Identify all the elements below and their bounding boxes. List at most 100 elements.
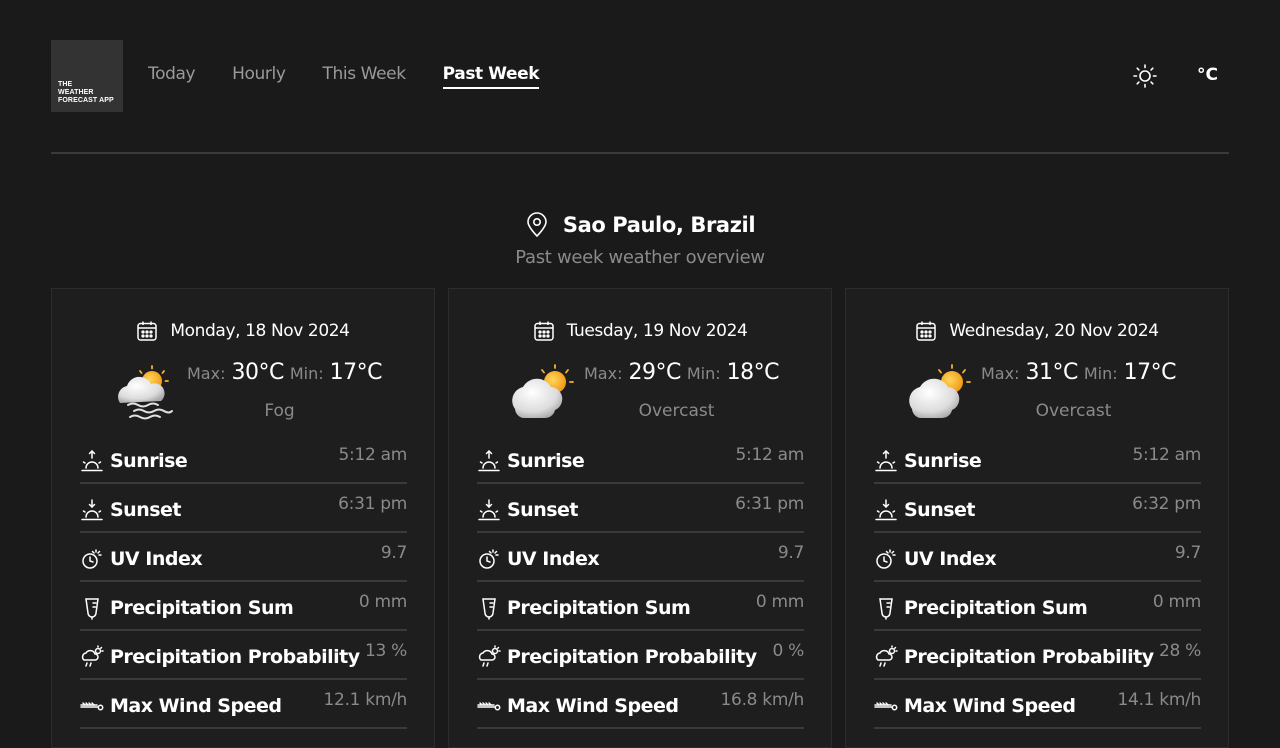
- uv-index-icon: [477, 547, 501, 571]
- metric-label: Sunset: [904, 498, 976, 521]
- metric-label: Precipitation Sum: [904, 596, 1088, 619]
- wind-icon: [477, 694, 501, 718]
- sunset-icon: [80, 498, 104, 522]
- uv-index-icon: [874, 547, 898, 571]
- tab-today[interactable]: Today: [148, 64, 196, 89]
- sunrise-icon: [80, 449, 104, 473]
- metric-value: 28 %: [1159, 641, 1201, 661]
- metric-row: Sunrise 5:12 am: [874, 435, 1201, 484]
- metric-left: UV Index: [80, 533, 203, 580]
- weather-condition: Overcast: [1035, 401, 1112, 421]
- logo-line: FORECAST APP: [58, 97, 114, 104]
- metric-row: Precipitation Sum 0 mm: [477, 582, 804, 631]
- metrics-list: Sunrise 5:12 am Sunset 6:31 pm UV Index …: [80, 435, 407, 729]
- metric-row: Max Wind Speed 16.8 km/h: [477, 680, 804, 729]
- min-label: Min:: [289, 364, 324, 383]
- metric-label: Precipitation Probability: [507, 645, 757, 668]
- metric-label: UV Index: [507, 547, 600, 570]
- metric-left: Sunrise: [477, 435, 585, 482]
- theme-toggle-button[interactable]: [1132, 63, 1158, 89]
- calendar-icon: [916, 321, 937, 341]
- max-temp: 30°C: [231, 360, 284, 385]
- metric-left: Precipitation Probability: [80, 631, 360, 678]
- metric-row: UV Index 9.7: [874, 533, 1201, 582]
- wind-icon: [874, 694, 898, 718]
- metric-left: Sunset: [477, 484, 579, 531]
- overcast-icon: [512, 364, 574, 419]
- metric-row: UV Index 9.7: [477, 533, 804, 582]
- weather-condition: Overcast: [638, 401, 715, 421]
- calendar-icon: [533, 321, 554, 341]
- max-temp: 31°C: [1025, 360, 1078, 385]
- wind-icon: [80, 694, 104, 718]
- metric-row: Precipitation Sum 0 mm: [874, 582, 1201, 631]
- location-name: Sao Paulo, Brazil: [562, 213, 756, 237]
- max-temp: 29°C: [628, 360, 681, 385]
- metric-row: Sunset 6:31 pm: [80, 484, 407, 533]
- unit-toggle-button[interactable]: °C: [1197, 65, 1218, 85]
- metric-row: Sunset 6:31 pm: [477, 484, 804, 533]
- max-label: Max:: [981, 364, 1020, 383]
- sunset-icon: [477, 498, 501, 522]
- rain-gauge-icon: [477, 596, 501, 620]
- sunrise-icon: [477, 449, 501, 473]
- app-logo[interactable]: THE WEATHER FORECAST APP: [51, 40, 123, 112]
- metric-row: Precipitation Sum 0 mm: [80, 582, 407, 631]
- temperatures: Max: 31°C Min: 17°C: [981, 360, 1176, 385]
- header-divider: [51, 152, 1229, 154]
- rain-gauge-icon: [80, 596, 104, 620]
- metric-row: Sunset 6:32 pm: [874, 484, 1201, 533]
- day-card: Tuesday, 19 Nov 2024 Max: 29°C Min: 18°C…: [448, 288, 832, 748]
- metric-row: Precipitation Probability 13 %: [80, 631, 407, 680]
- location-header: Sao Paulo, Brazil: [0, 212, 1280, 238]
- sunset-icon: [874, 498, 898, 522]
- rain-gauge-icon: [874, 596, 898, 620]
- date-row: Monday, 18 Nov 2024: [52, 320, 434, 342]
- metric-left: Sunset: [874, 484, 976, 531]
- metrics-list: Sunrise 5:12 am Sunset 6:32 pm UV Index …: [874, 435, 1201, 729]
- metric-label: Precipitation Sum: [507, 596, 691, 619]
- metric-value: 13 %: [365, 641, 407, 661]
- metric-row: Precipitation Probability 28 %: [874, 631, 1201, 680]
- tab-past-week[interactable]: Past Week: [442, 64, 540, 89]
- metric-label: Sunrise: [110, 449, 188, 472]
- weather-icon-wrap: [509, 363, 579, 423]
- metric-value: 6:31 pm: [735, 494, 804, 514]
- metric-value: 0 mm: [755, 592, 804, 612]
- metric-label: Max Wind Speed: [507, 694, 679, 717]
- tab-this-week[interactable]: This Week: [323, 64, 407, 89]
- metric-value: 5:12 am: [735, 445, 805, 465]
- metric-left: Precipitation Sum: [874, 582, 1088, 629]
- fog-icon: [118, 365, 173, 420]
- tab-hourly[interactable]: Hourly: [232, 64, 286, 89]
- metric-value: 9.7: [380, 543, 407, 563]
- metric-row: Max Wind Speed 12.1 km/h: [80, 680, 407, 729]
- metric-label: Sunrise: [904, 449, 982, 472]
- day-card: Wednesday, 20 Nov 2024 Max: 31°C Min: 17…: [845, 288, 1229, 748]
- day-date: Monday, 18 Nov 2024: [170, 321, 350, 341]
- uv-index-icon: [80, 547, 104, 571]
- min-temp: 17°C: [329, 360, 383, 385]
- metric-value: 9.7: [1174, 543, 1201, 563]
- logo-line: THE: [58, 81, 73, 88]
- day-date: Tuesday, 19 Nov 2024: [566, 321, 748, 341]
- calendar-icon: [137, 321, 158, 341]
- metric-value: 5:12 am: [1132, 445, 1202, 465]
- metric-row: UV Index 9.7: [80, 533, 407, 582]
- metric-row: Precipitation Probability 0 %: [477, 631, 804, 680]
- metric-value: 0 %: [772, 641, 805, 661]
- metric-label: Sunset: [507, 498, 579, 521]
- logo-line: WEATHER: [58, 89, 94, 96]
- cloud-sun-rain-icon: [874, 644, 898, 669]
- metric-value: 6:32 pm: [1132, 494, 1201, 514]
- date-row: Wednesday, 20 Nov 2024: [846, 320, 1228, 342]
- date-row: Tuesday, 19 Nov 2024: [449, 320, 831, 342]
- min-label: Min:: [686, 364, 721, 383]
- metric-value: 0 mm: [1152, 592, 1201, 612]
- metric-label: UV Index: [904, 547, 997, 570]
- metric-value: 9.7: [777, 543, 804, 563]
- min-temp: 18°C: [726, 360, 780, 385]
- metric-value: 6:31 pm: [338, 494, 407, 514]
- metric-label: Sunrise: [507, 449, 585, 472]
- metric-left: Sunrise: [80, 435, 188, 482]
